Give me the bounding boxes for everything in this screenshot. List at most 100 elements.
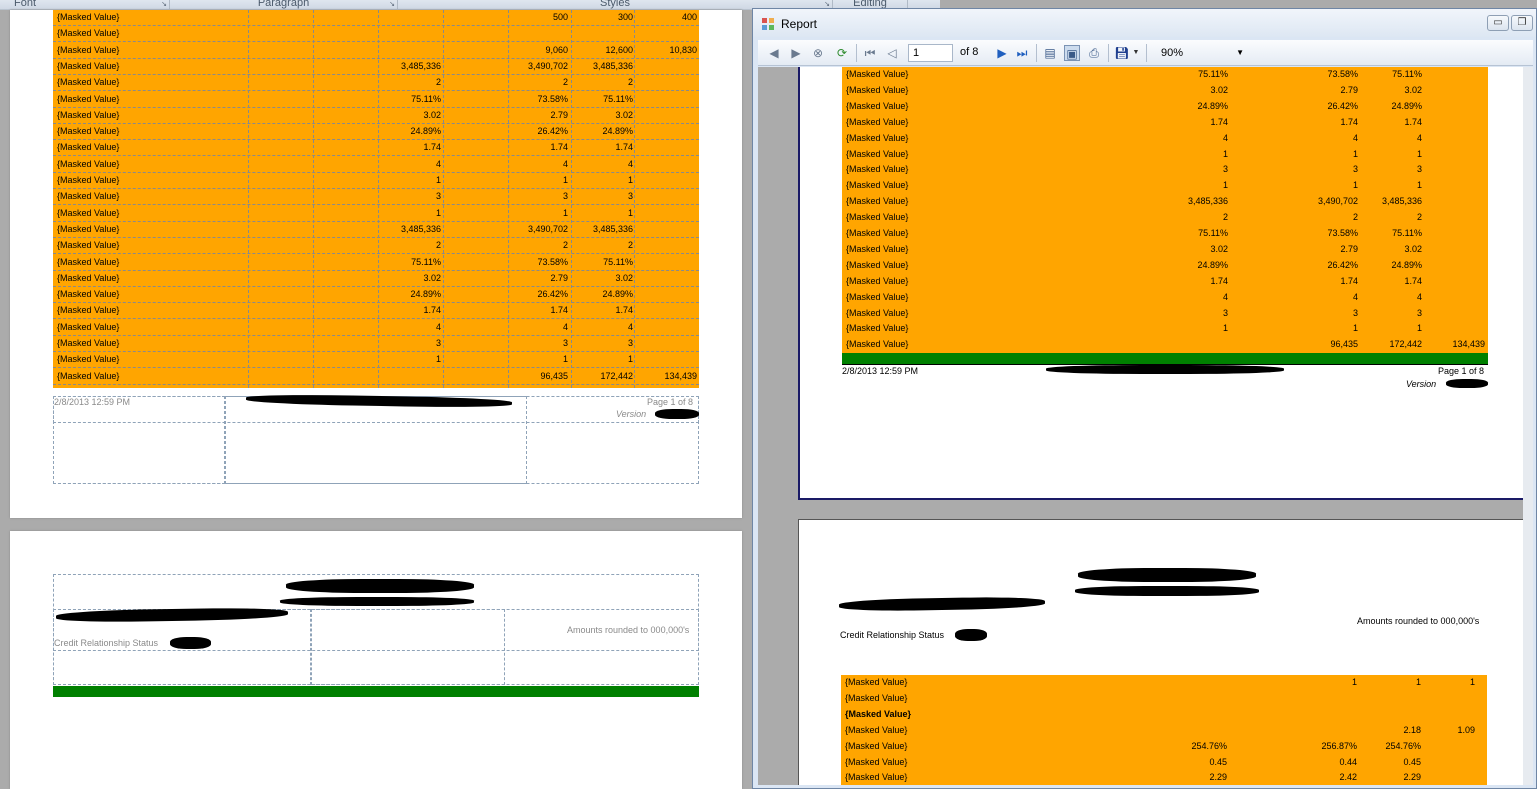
cell-value: 3,485,336 [592,60,633,71]
table-row: {Masked Value} 4 4 4 [53,320,699,336]
cell-value: 12,600 [605,44,633,55]
cell-value: 75.11% [411,256,441,267]
cell-value: 256.87% [1321,740,1357,751]
table-row: {Masked Value} 4 4 4 [842,290,1488,306]
cell-value: 2 [435,77,441,88]
table-row: {Masked Value} 3.02 2.79 3.02 [842,83,1488,99]
row-label: {Masked Value} [846,100,909,111]
vertical-scrollbar[interactable] [1523,67,1533,785]
table-row: {Masked Value} 3,485,336 3,490,702 3,485,33… [53,222,699,238]
rendered-table: {Masked Value} 1 1 1 {Masked Value} {Masked V… [841,675,1487,785]
cell-value: 3.02 [1210,243,1228,254]
cell-value: 24.89% [1197,100,1228,111]
cell-value: 4 [435,321,441,332]
first-page-icon[interactable]: ⏮ [862,45,878,61]
dialog-launcher-icon[interactable]: ↘ [161,0,167,8]
report-table[interactable]: {Masked Value} 500 300 400 {Masked Value} {Ma… [53,10,699,388]
table-row: {Masked Value} 2.18 1.09 [841,723,1487,739]
cell-value: 1.74 [423,305,441,316]
cell-value: 3 [1416,307,1422,318]
chevron-down-icon[interactable]: ▼ [1128,45,1144,61]
print-icon[interactable]: ⎙ [1086,45,1102,61]
cell-value: 24.89% [1391,259,1422,270]
back-icon[interactable]: ◀ [766,45,782,61]
document-page-2[interactable]: Amounts rounded to 000,000's Credit Rela… [10,531,742,789]
cell-value: 134,439 [664,370,697,381]
dialog-launcher-icon[interactable]: ↘ [389,0,395,8]
cell-value: 3.02 [423,272,441,283]
table-row: {Masked Value} 75.11% 73.58% 75.11% [53,92,699,108]
cell-value: 2.42 [1339,772,1357,783]
table-row: {Masked Value} 1 1 1 [53,173,699,189]
cell-value: 3 [627,338,633,348]
row-label: {Masked Value} [845,772,908,783]
row-label: {Masked Value} [57,338,120,348]
cell-value: 1 [1416,323,1422,334]
zoom-select[interactable]: 90% ▼ [1158,44,1248,62]
table-row: {Masked Value} 3 3 3 [53,189,699,206]
ribbon-group-paragraph[interactable]: Paragraph ↘ [170,0,398,9]
restore-button[interactable]: ❐ [1511,15,1533,31]
document-page-1[interactable]: {Masked Value} 500 300 400 {Masked Value} {Ma… [10,10,742,518]
row-label: {Masked Value} [845,724,908,735]
cell-value: 0.44 [1339,756,1357,767]
next-page-icon[interactable]: ▶ [994,45,1010,61]
table-row: {Masked Value} 1.74 1.74 1.74 [842,115,1488,131]
document-map-icon[interactable]: ▤ [1042,45,1058,61]
redaction-mark [1078,568,1256,582]
row-label: {Masked Value} [846,148,909,159]
forward-icon[interactable]: ▶ [788,45,804,61]
cell-value: 2 [562,240,568,251]
table-row: {Masked Value} 2.29 2.42 2.29 [841,770,1487,785]
row-label: {Masked Value} [846,259,909,270]
last-page-icon[interactable]: ⏭ [1014,45,1030,61]
cell-value: 75.11% [1198,69,1228,79]
redaction-mark [1075,586,1259,596]
row-label: {Masked Value} [57,289,120,300]
cell-value: 75.11% [1198,228,1228,238]
cell-value: 3,485,336 [400,60,441,71]
cell-value: 75.11% [411,93,441,104]
table-row: {Masked Value} 1.74 1.74 1.74 [53,140,699,157]
current-page-input[interactable]: 1 [908,44,953,62]
table-row: {Masked Value} 1 1 1 [842,321,1488,337]
table-row: {Masked Value} 1 1 1 [53,352,699,369]
print-layout-icon[interactable]: ▣ [1064,45,1080,61]
cell-value: 24.89% [410,289,441,300]
table-row: {Masked Value} 2 2 2 [53,75,699,92]
cell-value: 75.11% [1392,69,1422,79]
ribbon-group-font[interactable]: Font ↘ [0,0,170,9]
amounts-note: Amounts rounded to 000,000's [1357,616,1480,626]
previous-page-icon[interactable]: ◁ [884,45,900,61]
row-label: {Masked Value} [846,180,909,191]
row-label: {Masked Value} [57,191,120,202]
cell-value: 1 [1222,180,1228,191]
row-label: {Masked Value} [846,323,909,334]
cell-value: 1 [1352,323,1358,334]
table-row: {Masked Value} 1 1 1 [841,675,1487,691]
report-canvas[interactable]: {Masked Value} 75.11% 73.58% 75.11% {Masked … [758,67,1533,785]
cell-value: 1 [1222,148,1228,159]
cell-value: 10,830 [669,44,697,55]
table-row: {Masked Value} 75.11% 73.58% 75.11% [842,67,1488,83]
table-row: {Masked Value} 4 4 4 [842,131,1488,147]
cell-value: 2 [627,77,633,88]
redaction-mark [286,579,474,593]
table-row: {Masked Value} 24.89% 26.42% 24.89% [53,124,699,141]
redaction-mark [170,637,211,649]
row-label: {Masked Value} [846,228,909,238]
title-bar[interactable]: Report ▭ ❐ [753,9,1536,37]
stop-icon[interactable]: ⊗ [810,45,826,61]
minimize-button[interactable]: ▭ [1487,15,1509,31]
cell-value: 1 [562,175,568,185]
row-label: {Masked Value} [57,175,120,185]
footer-version: Version [1406,379,1437,389]
refresh-icon[interactable]: ⟳ [834,45,850,61]
cell-value: 134,439 [1452,339,1485,350]
dialog-launcher-icon[interactable]: ↘ [824,0,830,8]
table-row: {Masked Value} 0.45 0.44 0.45 [841,755,1487,771]
cell-value: 3,490,702 [1317,196,1358,207]
footer-page-number: Page 1 of 8 [1438,366,1485,376]
report-viewer-window[interactable]: Report ▭ ❐ ◀ ▶ ⊗ ⟳ ⏮ ◁ 1 of 8 ▶ ⏭ ▤ ▣ ⎙ … [752,8,1537,789]
row-label: {Masked Value} [57,28,120,39]
